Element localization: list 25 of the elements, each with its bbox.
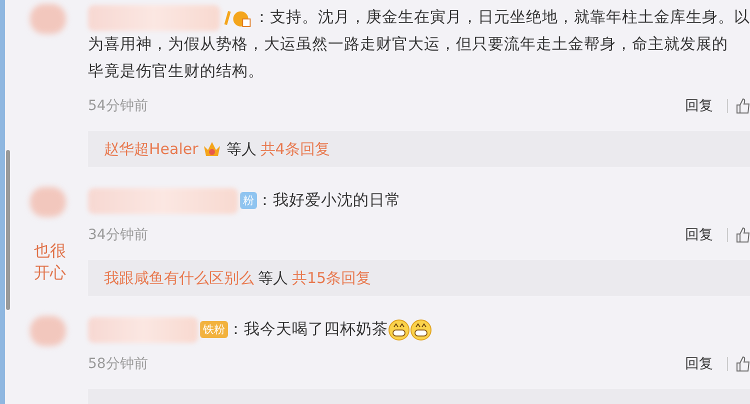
fan-badge: 铁粉	[200, 321, 228, 338]
comment-time: 58分钟前	[88, 355, 149, 373]
side-note-text: 也很	[34, 240, 66, 262]
others-label: 等人	[226, 140, 256, 158]
blurred-avatar	[30, 187, 66, 217]
grin-emoji-icon	[388, 318, 410, 340]
blurred-avatar	[30, 4, 66, 34]
thumbs-up-icon[interactable]	[736, 98, 750, 114]
comment-text: ：我好爱小沈的日常	[257, 190, 401, 211]
comment-text: 为喜用神，为假从势格，大运虽然一路走财官大运，但只要流年走土金帮身，命主就发展的	[88, 34, 728, 55]
reply-link[interactable]: 回复	[685, 97, 713, 115]
reply-link[interactable]: 回复	[685, 226, 713, 244]
comment-time: 54分钟前	[88, 97, 149, 115]
thumbs-up-icon[interactable]	[736, 356, 750, 372]
blurred-avatar	[30, 316, 66, 346]
comment-text: ：支持。沈月，庚金生在寅月，日元坐绝地，就靠年柱土金库生身。以	[254, 7, 750, 28]
comment-text: ：我今天喝了四杯奶茶	[228, 319, 388, 340]
comment-text: 毕竟是伤官生财的结构。	[88, 61, 264, 82]
reply-link[interactable]: 回复	[685, 355, 713, 373]
fan-badge: 粉	[240, 192, 257, 209]
side-note-text: 开心	[34, 262, 66, 284]
grin-emoji-icon	[410, 318, 432, 340]
thumbs-up-icon[interactable]	[736, 227, 750, 243]
others-label: 等人	[258, 268, 288, 288]
comment-time: 34分钟前	[88, 226, 149, 244]
